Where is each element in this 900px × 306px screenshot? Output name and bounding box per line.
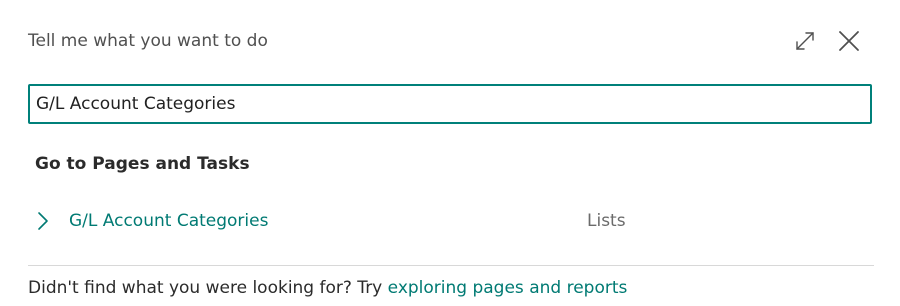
close-x-icon	[839, 31, 859, 51]
tell-me-dialog: Tell me what you want to do Go to Pages …	[0, 0, 900, 306]
chevron-right-icon[interactable]	[36, 211, 50, 231]
divider	[28, 265, 874, 266]
result-label[interactable]: G/L Account Categories	[69, 210, 268, 232]
search-input[interactable]	[30, 86, 856, 122]
footer-text: Didn't find what you were looking for? T…	[28, 277, 627, 299]
explore-pages-link[interactable]: exploring pages and reports	[388, 278, 628, 298]
result-item-gl-account-categories[interactable]: G/L Account Categories Lists	[28, 200, 868, 242]
dialog-title: Tell me what you want to do	[28, 31, 268, 51]
expand-arrows-icon	[796, 32, 814, 50]
footer-prefix: Didn't find what you were looking for? T…	[28, 278, 383, 298]
search-box	[28, 84, 872, 124]
result-category: Lists	[587, 211, 626, 231]
close-button[interactable]	[834, 26, 864, 56]
section-heading: Go to Pages and Tasks	[35, 154, 250, 174]
expand-button[interactable]	[790, 26, 820, 56]
